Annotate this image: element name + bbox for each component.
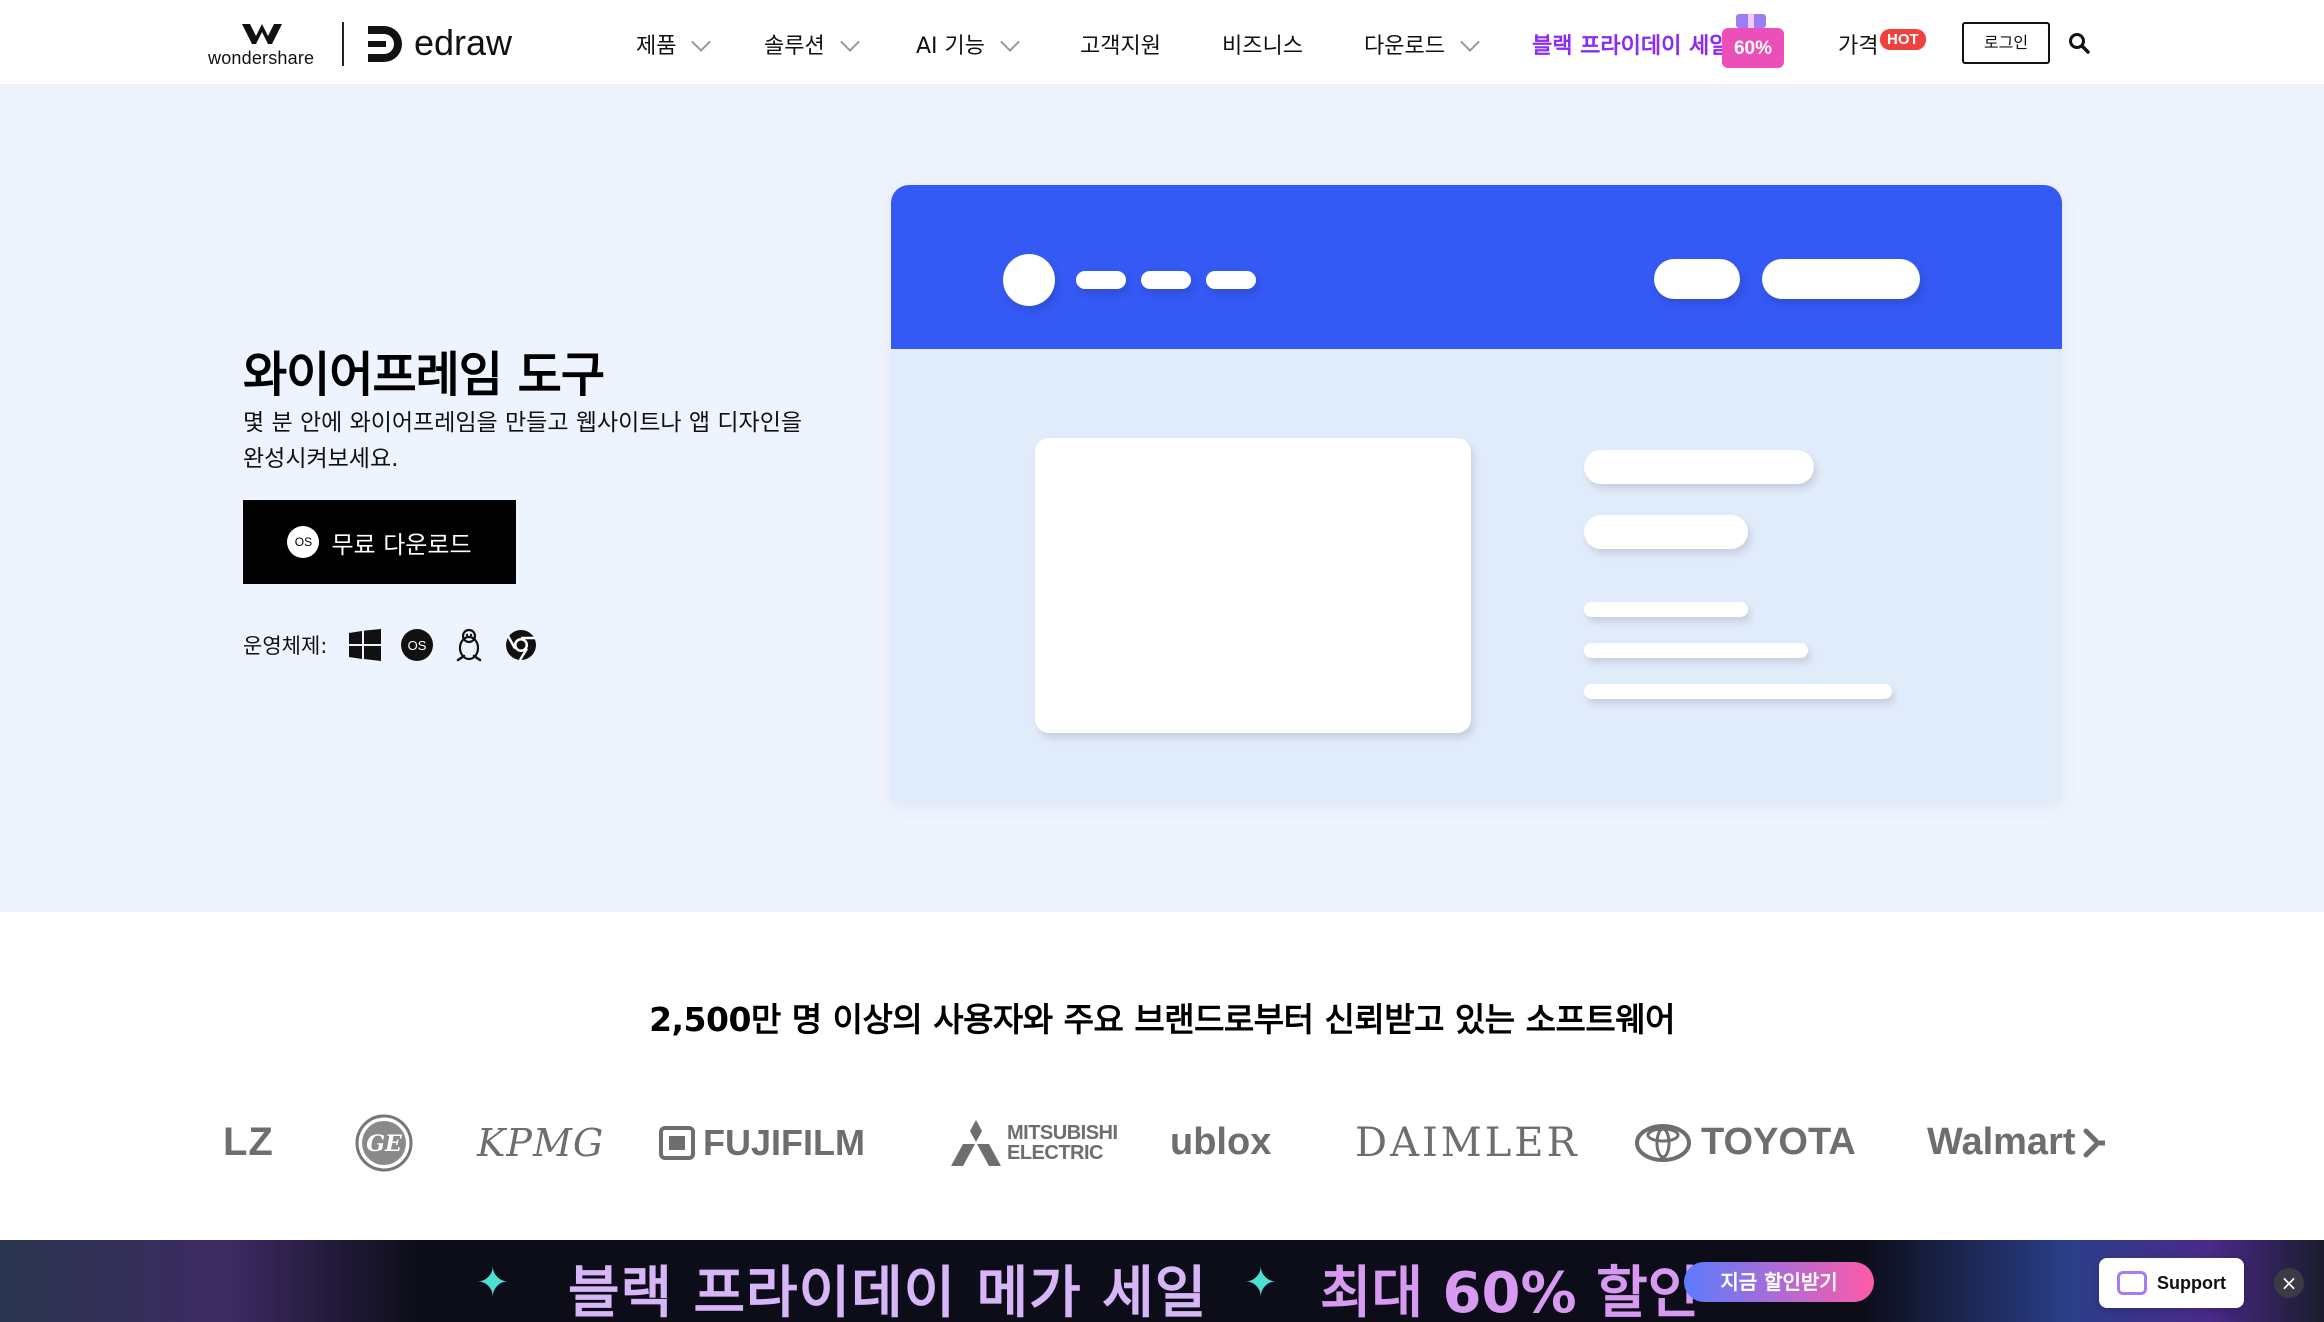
- macos-icon: OS: [287, 526, 320, 558]
- nav-solutions-label: 솔루션: [764, 34, 825, 59]
- walmart-spark-icon: [2083, 1128, 2105, 1157]
- chrome-icon[interactable]: [503, 627, 539, 663]
- brand-logo-ge: GE: [355, 1110, 413, 1175]
- search-icon[interactable]: [2068, 32, 2090, 54]
- promo-title: 블랙 프라이데이 메가 세일: [568, 1261, 1208, 1322]
- edraw-wordmark: edraw: [414, 22, 513, 63]
- chevron-down-icon: [1460, 32, 1480, 52]
- brand-logo-ublox-text: ublox: [1170, 1121, 1272, 1163]
- macos-icon-text: OS: [408, 638, 427, 653]
- mockup-text-line: [1584, 450, 1814, 484]
- brand-logo-carousel: LZ GE KPMG FUJIFILM MITSUBISHI ELECTRIC …: [215, 1110, 2105, 1175]
- mockup-text-line: [1584, 684, 1892, 699]
- mockup-nav-pill: [1076, 271, 1126, 289]
- brand-logo-walmart: Walmart: [1927, 1110, 2105, 1175]
- wondershare-logo[interactable]: wondershare: [208, 20, 318, 70]
- support-chat-button[interactable]: Support: [2099, 1258, 2244, 1308]
- fujifilm-mark-icon: [659, 1125, 695, 1160]
- chevron-down-icon: [839, 32, 860, 52]
- nav-products-label: 제품: [636, 34, 677, 59]
- mitsubishi-diamonds-icon: [951, 1119, 1001, 1166]
- os-support-row: 운영체제: OS: [243, 627, 555, 663]
- windows-icon[interactable]: [347, 627, 383, 663]
- gift-icon: 60%: [1722, 14, 1784, 68]
- close-icon[interactable]: ×: [2274, 1268, 2304, 1298]
- nav-support-label: 고객지원: [1080, 34, 1161, 59]
- nav-business-label: 비즈니스: [1222, 34, 1303, 59]
- hero-section: 와이어프레임 도구 몇 분 안에 와이어프레임을 만들고 웹사이트나 앱 디자인…: [0, 85, 2324, 912]
- logo-divider: [342, 22, 344, 66]
- brand-logo-toyota-text: TOYOTA: [1701, 1121, 1856, 1163]
- promo-decoration-left: [0, 1240, 420, 1322]
- os-label: 운영체제:: [243, 634, 328, 658]
- brand-logo-mitsubishi: MITSUBISHI ELECTRIC: [951, 1110, 1118, 1175]
- support-label: Support: [2157, 1272, 2226, 1293]
- chevron-down-icon: [1000, 32, 1020, 52]
- brand-logo-kpmg: KPMG: [477, 1120, 605, 1165]
- free-download-label: 무료 다운로드: [331, 530, 472, 559]
- nav-pricing-label: 가격: [1838, 34, 1879, 59]
- mockup-nav-pill: [1206, 271, 1256, 289]
- linux-icon[interactable]: [451, 627, 487, 663]
- top-navigation: wondershare edraw 제품 솔루션 AI 기능 고객지원 비즈니스…: [0, 0, 2324, 85]
- promo-discount: 최대 60% 할인: [1320, 1261, 1700, 1322]
- sparkle-icon: ✦: [476, 1260, 510, 1306]
- nav-pricing[interactable]: 가격: [1838, 28, 1878, 60]
- mockup-avatar-shape: [1003, 254, 1055, 306]
- brand-logo-daimler: DAIMLER: [1355, 1119, 1580, 1166]
- wireframe-illustration: [891, 185, 2062, 802]
- mockup-nav-pill: [1141, 271, 1191, 289]
- edraw-mark-icon: [368, 26, 402, 62]
- brand-logo-fujifilm: FUJIFILM: [659, 1110, 865, 1175]
- nav-ai-features[interactable]: AI 기능: [916, 28, 1020, 60]
- nav-download[interactable]: 다운로드: [1364, 28, 1480, 60]
- wondershare-mark-icon: [242, 24, 282, 44]
- promo-decoration-right: [1860, 1240, 2324, 1322]
- mockup-text-line: [1584, 643, 1808, 658]
- wondershare-wordmark: wondershare: [208, 48, 315, 68]
- mockup-text-line: [1584, 602, 1748, 617]
- hot-badge: HOT: [1880, 29, 1926, 50]
- brand-logo-fujifilm-text: FUJIFILM: [703, 1121, 865, 1163]
- nav-sale-label: 블랙 프라이데이 세일: [1532, 34, 1730, 59]
- free-download-button[interactable]: OS 무료 다운로드: [243, 500, 516, 584]
- mockup-button-shape: [1654, 259, 1740, 299]
- nav-download-label: 다운로드: [1364, 34, 1445, 59]
- hero-subtitle-line2: 완성시켜보세요.: [243, 446, 399, 472]
- nav-business[interactable]: 비즈니스: [1222, 28, 1303, 60]
- mockup-button-shape: [1762, 259, 1920, 299]
- nav-support[interactable]: 고객지원: [1080, 28, 1161, 60]
- nav-products[interactable]: 제품: [636, 28, 712, 60]
- brand-logo-mitsubishi-text: MITSUBISHI ELECTRIC: [1007, 1121, 1118, 1164]
- gift-badge-text: 60%: [1734, 38, 1772, 59]
- nav-black-friday-sale[interactable]: 블랙 프라이데이 세일: [1532, 28, 1729, 60]
- nav-ai-features-label: AI 기능: [916, 34, 986, 59]
- brand-logo-toyota: TOYOTA: [1635, 1110, 1856, 1175]
- chat-bubble-icon: [2117, 1271, 2147, 1295]
- login-button[interactable]: 로그인: [1962, 22, 2050, 64]
- promo-cta-button[interactable]: 지금 할인받기: [1684, 1262, 1874, 1302]
- toyota-mark-icon: [1635, 1123, 1691, 1162]
- mockup-text-line: [1584, 515, 1748, 549]
- trust-heading: 2,500만 명 이상의 사용자와 주요 브랜드로부터 신뢰받고 있는 소프트웨…: [649, 1000, 1675, 1039]
- mockup-image-card: [1035, 438, 1471, 733]
- black-friday-promo-banner[interactable]: ✦ 블랙 프라이데이 메가 세일 ✦ 최대 60% 할인 지금 할인받기: [0, 1240, 2324, 1322]
- nav-solutions[interactable]: 솔루션: [764, 28, 860, 60]
- gift-sale-badge[interactable]: 60%: [1722, 10, 1784, 72]
- brand-logo-ge-text: GE: [366, 1131, 403, 1157]
- chevron-down-icon: [691, 32, 712, 52]
- brand-logo-walmart-text: Walmart: [1927, 1121, 2076, 1163]
- page-title: 와이어프레임 도구: [243, 347, 605, 403]
- sparkle-icon: ✦: [1244, 1260, 1278, 1306]
- hero-subtitle: 몇 분 안에 와이어프레임을 만들고 웹사이트나 앱 디자인을 완성시켜보세요.: [243, 405, 843, 477]
- brand-logo-lz: LZ: [223, 1120, 274, 1164]
- brand-logo-ublox: ublox: [1170, 1110, 1271, 1175]
- hero-subtitle-line1: 몇 분 안에 와이어프레임을 만들고 웹사이트나 앱 디자인을: [243, 410, 803, 436]
- macos-icon[interactable]: OS: [399, 627, 435, 663]
